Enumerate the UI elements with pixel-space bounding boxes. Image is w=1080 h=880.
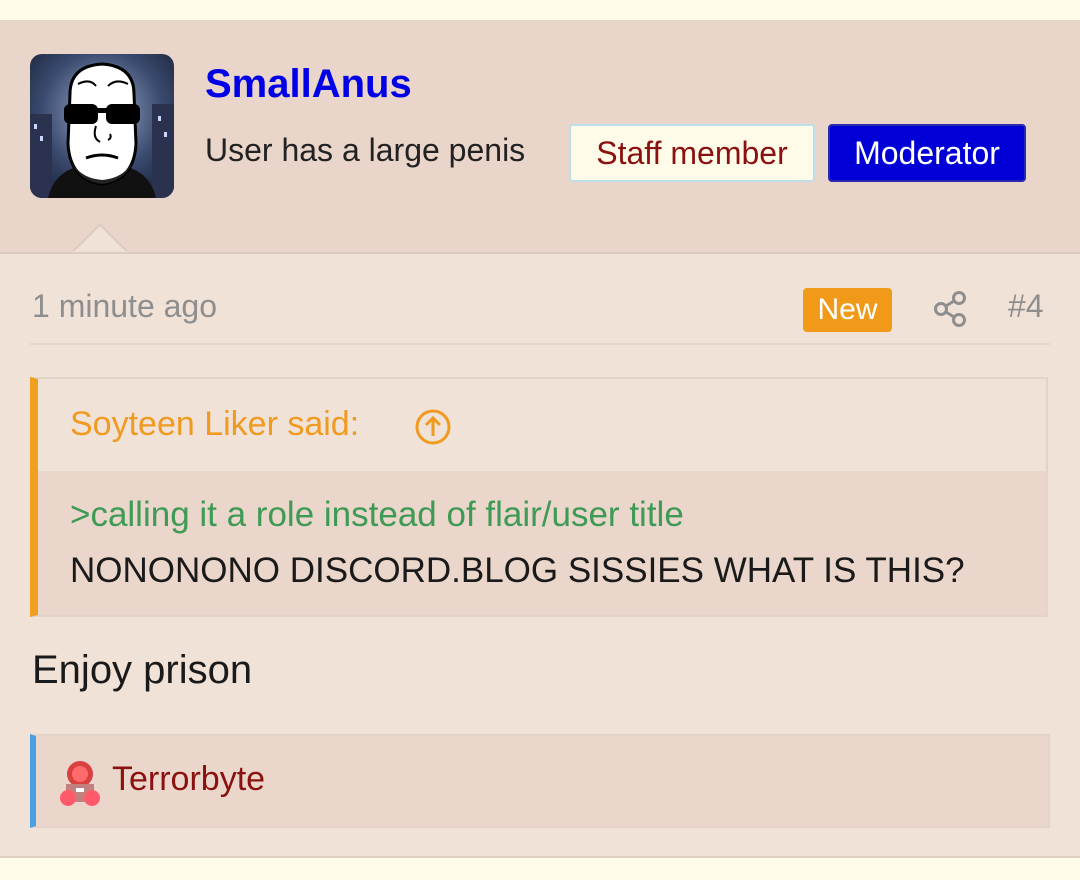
quote-body: NONONONO DISCORD.BLOG SISSIES WHAT IS TH… — [70, 551, 965, 590]
quote-header: Soyteen Liker said: — [38, 379, 1046, 471]
share-icon[interactable] — [933, 290, 969, 328]
post-container: SmallAnus User has a large penis Staff m… — [0, 20, 1080, 858]
meta-divider — [30, 343, 1050, 345]
staff-badge: Staff member — [569, 124, 815, 182]
new-badge: New — [803, 288, 892, 332]
post-message: Enjoy prison — [32, 648, 253, 692]
avatar[interactable] — [30, 54, 174, 198]
quote-block: Soyteen Liker said: >calling it a role i… — [30, 377, 1048, 617]
reactor-avatar — [58, 758, 102, 808]
reactions-bar[interactable]: Terrorbyte — [30, 734, 1050, 828]
username-link[interactable]: SmallAnus — [205, 62, 412, 107]
quote-greentext: >calling it a role instead of flair/user… — [70, 495, 684, 534]
post-number-link[interactable]: #4 — [1008, 288, 1044, 325]
arrow-up-circle-icon[interactable] — [414, 408, 452, 446]
quote-author[interactable]: Soyteen Liker said: — [70, 405, 359, 444]
reactor-name[interactable]: Terrorbyte — [112, 760, 265, 799]
arrow-pointer — [74, 226, 126, 252]
moderator-badge: Moderator — [828, 124, 1026, 182]
user-title: User has a large penis — [205, 132, 526, 168]
post-time[interactable]: 1 minute ago — [32, 288, 217, 325]
user-block: SmallAnus User has a large penis Staff m… — [0, 22, 1080, 254]
